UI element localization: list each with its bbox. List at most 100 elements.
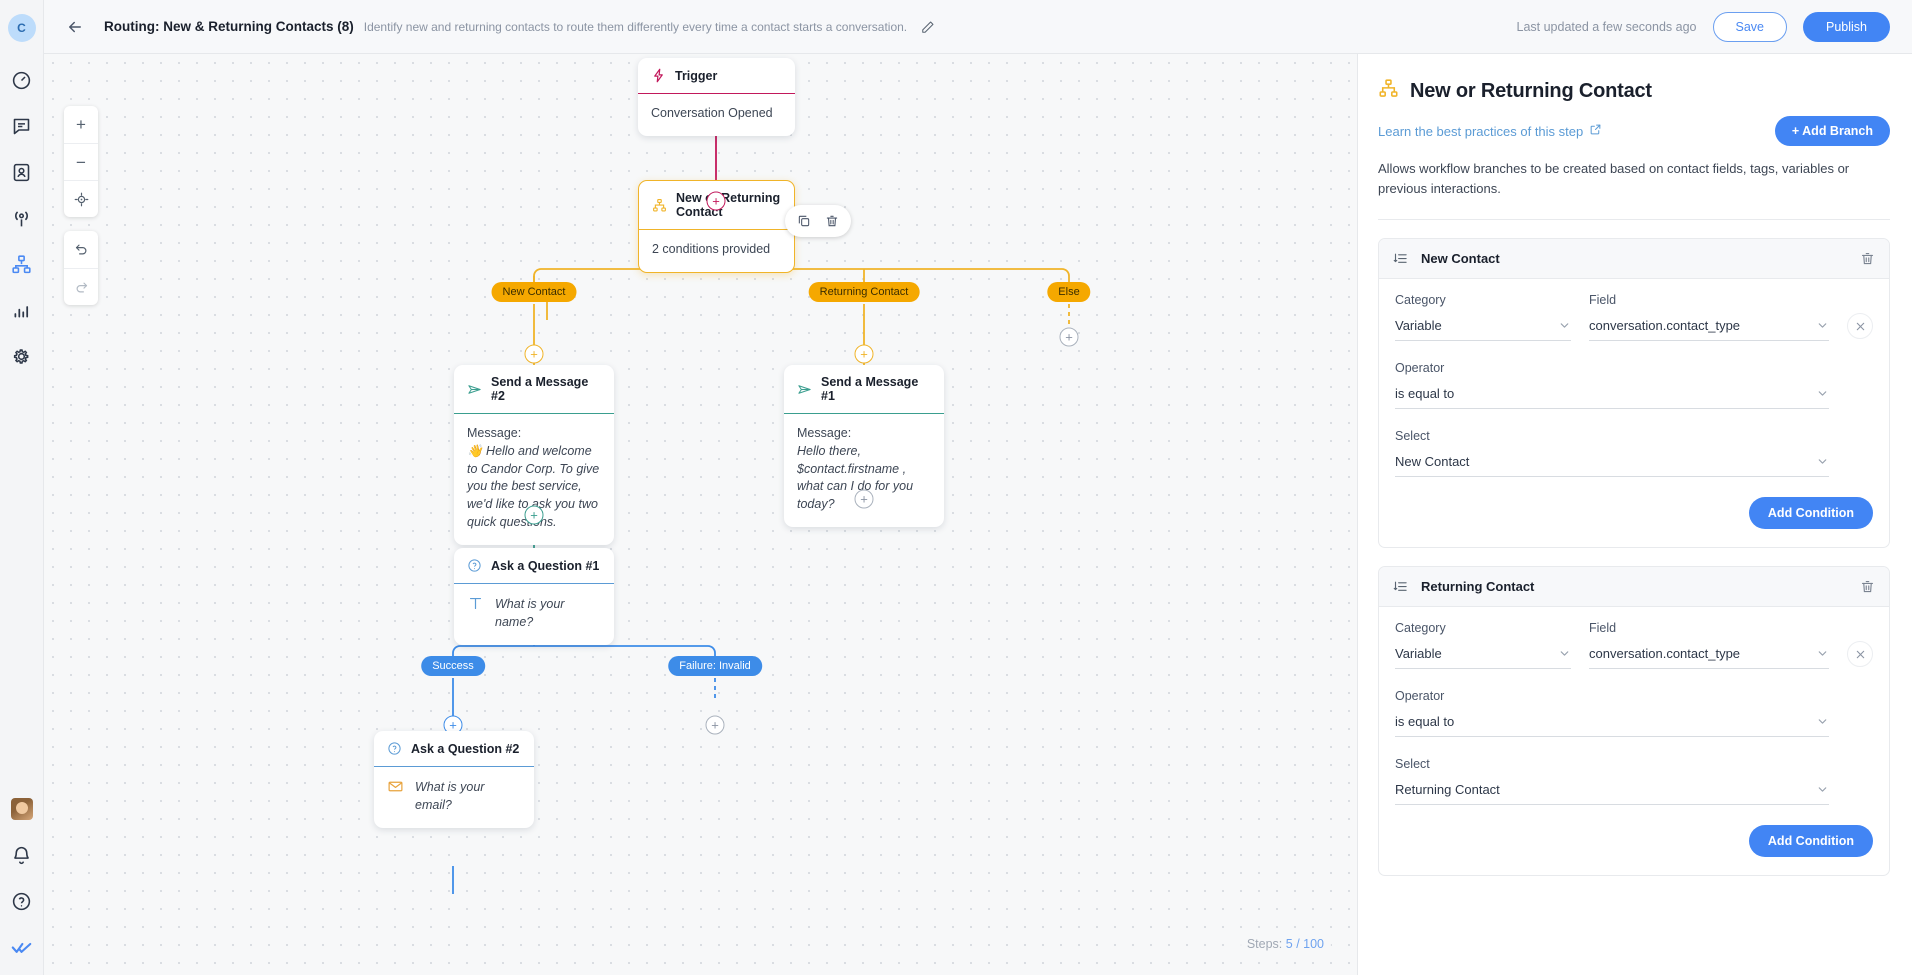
zoom-in-button[interactable]: + xyxy=(64,106,98,143)
dashboard-icon[interactable] xyxy=(10,68,34,92)
operator-select[interactable]: is equal to xyxy=(1395,383,1829,410)
add-step-failure-button[interactable]: + xyxy=(705,715,725,735)
steps-value: 5 / 100 xyxy=(1285,937,1324,951)
node-q1-header: Ask a Question #1 xyxy=(454,548,614,584)
add-condition-button[interactable]: Add Condition xyxy=(1748,497,1873,530)
redo-button[interactable] xyxy=(64,268,98,305)
add-step-returning-contact-button[interactable]: + xyxy=(854,344,874,364)
category-select[interactable]: Variable xyxy=(1395,643,1571,670)
fit-view-button[interactable] xyxy=(64,180,98,217)
undo-button[interactable] xyxy=(64,231,98,268)
add-step-after-msg2-button[interactable]: + xyxy=(524,505,544,525)
bell-icon[interactable] xyxy=(10,843,34,867)
operator-select[interactable]: is equal to xyxy=(1395,711,1829,738)
chevron-down-icon xyxy=(1816,647,1829,660)
category-value: Variable xyxy=(1395,318,1442,334)
contacts-icon[interactable] xyxy=(10,160,34,184)
node-trigger[interactable]: Trigger Conversation Opened xyxy=(638,58,795,136)
node-q2-title: Ask a Question #2 xyxy=(411,741,520,756)
condition-card-returning-contact: Returning Contact Category Variable Fiel… xyxy=(1378,566,1890,877)
condition-card-title: New Contact xyxy=(1421,251,1500,267)
field-label: Field xyxy=(1589,293,1617,308)
branch-pill-else[interactable]: Else xyxy=(1047,282,1091,302)
best-practices-link-label: Learn the best practices of this step xyxy=(1378,123,1584,139)
gear-icon[interactable] xyxy=(10,344,34,368)
category-label: Category xyxy=(1395,621,1446,636)
workflow-icon[interactable] xyxy=(10,252,34,276)
chevron-down-icon xyxy=(1816,715,1829,728)
left-nav-rail: C xyxy=(0,0,44,975)
chevron-down-icon xyxy=(1816,455,1829,468)
field-label: Field xyxy=(1589,621,1617,636)
value-select[interactable]: New Contact xyxy=(1395,451,1829,478)
operator-label: Operator xyxy=(1395,361,1445,376)
node-ask-a-question-1[interactable]: Ask a Question #1 What is your name? xyxy=(454,548,614,645)
avatar[interactable] xyxy=(10,797,34,821)
condition-card-new-contact: New Contact Category Variable Field conv… xyxy=(1378,238,1890,549)
pencil-icon[interactable] xyxy=(921,20,935,34)
duplicate-node-button[interactable] xyxy=(792,210,816,232)
page-subtitle: Identify new and returning contacts to r… xyxy=(363,19,908,34)
node-msg2-body: Message: 👋 Hello and welcome to Candor C… xyxy=(454,414,614,545)
delete-branch-button[interactable] xyxy=(1860,251,1875,266)
add-condition-button[interactable]: Add Condition xyxy=(1748,825,1873,858)
back-button[interactable] xyxy=(62,14,88,40)
value-select[interactable]: Returning Contact xyxy=(1395,779,1829,806)
branch-pill-returning-contact[interactable]: Returning Contact xyxy=(808,282,920,302)
broadcast-icon[interactable] xyxy=(10,206,34,230)
help-icon[interactable] xyxy=(10,889,34,913)
list-icon[interactable] xyxy=(1393,251,1408,266)
node-toolbar xyxy=(785,205,851,237)
branch-pill-failure-invalid[interactable]: Failure: Invalid xyxy=(668,656,762,676)
node-msg1-body: Message: Hello there, $contact.firstname… xyxy=(784,414,944,527)
add-step-else-button[interactable]: + xyxy=(1059,327,1079,347)
checks-icon[interactable] xyxy=(10,935,34,959)
best-practices-link[interactable]: Learn the best practices of this step xyxy=(1378,123,1602,139)
delete-node-button[interactable] xyxy=(820,210,844,232)
operator-value: is equal to xyxy=(1395,386,1455,402)
add-step-after-trigger-button[interactable]: + xyxy=(706,191,726,211)
steps-counter: Steps: 5 / 100 xyxy=(1239,934,1331,954)
field-select[interactable]: conversation.contact_type xyxy=(1589,643,1829,670)
send-icon xyxy=(797,382,812,397)
delete-branch-button[interactable] xyxy=(1860,579,1875,594)
remove-condition-button[interactable] xyxy=(1847,641,1873,668)
remove-condition-button[interactable] xyxy=(1847,313,1873,340)
panel-description: Allows workflow branches to be created b… xyxy=(1378,161,1850,197)
node-msg1-header: Send a Message #1 xyxy=(784,365,944,414)
add-branch-button[interactable]: + Add Branch xyxy=(1774,116,1890,146)
operator-label: Operator xyxy=(1395,689,1445,704)
analytics-icon[interactable] xyxy=(10,298,34,322)
field-select[interactable]: conversation.contact_type xyxy=(1589,315,1829,342)
select-label: Select xyxy=(1395,757,1430,772)
branch-pill-new-contact[interactable]: New Contact xyxy=(491,282,577,302)
category-label: Category xyxy=(1395,293,1446,308)
condition-card-header: New Contact xyxy=(1379,239,1889,280)
value-select-value: Returning Contact xyxy=(1395,782,1500,798)
add-step-after-msg1-button[interactable]: + xyxy=(854,489,874,509)
last-updated-text: Last updated a few seconds ago xyxy=(1516,19,1697,34)
category-select[interactable]: Variable xyxy=(1395,315,1571,342)
workflow-canvas[interactable]: + − Trigger Conversation Opened New or R… xyxy=(44,54,1357,975)
select-label: Select xyxy=(1395,429,1430,444)
zoom-out-button[interactable]: − xyxy=(64,143,98,180)
condition-card-title: Returning Contact xyxy=(1421,579,1535,595)
add-step-new-contact-button[interactable]: + xyxy=(524,344,544,364)
publish-button[interactable]: Publish xyxy=(1803,11,1890,42)
chat-icon[interactable] xyxy=(10,114,34,138)
node-ask-a-question-2[interactable]: Ask a Question #2 What is your email? xyxy=(374,731,534,828)
avatar-image xyxy=(10,798,33,820)
panel-divider xyxy=(1378,219,1890,221)
value-select-value: New Contact xyxy=(1395,454,1470,470)
node-q1-text: What is your name? xyxy=(495,597,565,629)
app-logo[interactable]: C xyxy=(7,14,36,42)
node-trigger-header: Trigger xyxy=(638,58,795,94)
node-q1-body: What is your name? xyxy=(454,584,614,645)
list-icon[interactable] xyxy=(1393,579,1408,594)
question-icon xyxy=(387,741,402,756)
canvas-controls: + − xyxy=(64,106,98,305)
field-value: conversation.contact_type xyxy=(1589,318,1741,334)
sitemap-icon xyxy=(652,198,667,213)
branch-pill-success[interactable]: Success xyxy=(421,656,485,676)
save-button[interactable]: Save xyxy=(1712,11,1787,42)
